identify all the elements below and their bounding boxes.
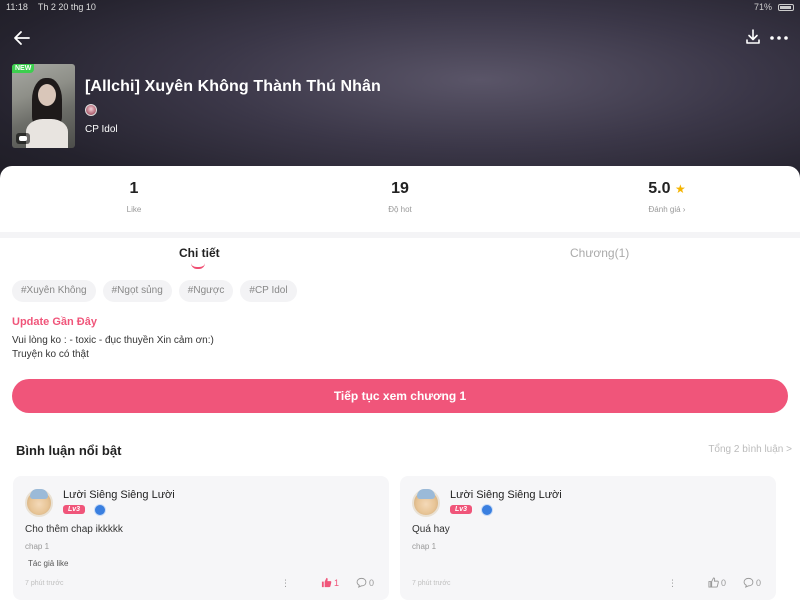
author-avatar[interactable] [85, 104, 97, 116]
back-arrow-icon[interactable] [12, 28, 32, 48]
reply-count: 0 [756, 577, 762, 588]
comment-username[interactable]: Lười Siêng Siêng Lười [450, 489, 562, 501]
tag-item[interactable]: #Ngược [178, 280, 234, 302]
reply-count: 0 [369, 577, 375, 588]
status-indicators: 71% [754, 2, 794, 12]
author-name[interactable]: CP Idol [85, 124, 118, 135]
update-text-line: Vui lòng ko : - toxic - đục thuyền Xin c… [12, 335, 214, 346]
total-comments-link[interactable]: Tổng 2 bình luận > [708, 444, 792, 455]
author-liked-label: Tác giả like [28, 559, 69, 568]
stats-card: 1 Like 19 Độ hot 5.0 ★ Đánh giá › [0, 166, 800, 232]
reply-button[interactable]: 0 [743, 577, 761, 588]
thumb-up-icon [708, 577, 719, 588]
menu-dots-icon[interactable]: ⋮ [668, 578, 677, 589]
likes-label: Like [126, 205, 142, 214]
avatar[interactable] [25, 489, 53, 517]
comment-card: Lười Siêng Siêng Lười Lv3 Cho thêm chap … [13, 476, 389, 600]
status-date: Th 2 20 thg 10 [37, 2, 96, 12]
comment-card: Lười Siêng Siêng Lười Lv3 Quá hay chap 1… [400, 476, 776, 600]
like-count: 0 [721, 577, 727, 588]
book-cover[interactable]: NEW [12, 64, 75, 148]
comment-text: Cho thêm chap ikkkkk [25, 524, 123, 535]
battery-percent: 71% [753, 2, 772, 12]
tag-item[interactable]: #Xuyên Không [12, 280, 96, 302]
chevron-right-icon: › [682, 205, 686, 214]
stat-likes: 1 Like [54, 180, 214, 214]
like-count: 1 [334, 577, 340, 588]
reply-button[interactable]: 0 [356, 577, 374, 588]
book-title: [Allchi] Xuyên Không Thành Thú Nhân [85, 78, 381, 95]
star-icon: ★ [674, 182, 686, 196]
download-icon[interactable] [744, 28, 762, 46]
update-text-line: Truyện ko có thật [12, 349, 89, 360]
rating-label-row: Đánh giá › [587, 205, 747, 214]
status-time: 11:18 [6, 2, 28, 12]
comment-chapter: chap 1 [412, 542, 437, 551]
cover-figure-face [38, 84, 56, 106]
tag-list: #Xuyên Không #Ngọt sủng #Ngược #CP Idol [12, 280, 297, 302]
thumb-up-icon [321, 577, 332, 588]
tab-details[interactable]: Chi tiết [179, 246, 220, 260]
more-icon[interactable] [768, 28, 790, 48]
comment-chapter: chap 1 [25, 542, 50, 551]
battery-icon [778, 3, 794, 11]
medal-icon [481, 504, 493, 516]
stat-rating[interactable]: 5.0 ★ Đánh giá › [587, 180, 747, 214]
rating-value-row: 5.0 ★ [587, 180, 747, 198]
like-button[interactable]: 0 [708, 577, 726, 588]
comment-icon [743, 577, 754, 588]
continue-reading-button[interactable]: Tiếp tục xem chương 1 [12, 379, 788, 413]
tag-item[interactable]: #Ngọt sủng [102, 280, 172, 302]
status-bar: 11:18 Th 2 20 thg 10 [6, 2, 96, 12]
avatar[interactable] [412, 489, 440, 517]
rating-label: Đánh giá [648, 205, 681, 214]
hot-label: Độ hot [388, 205, 412, 214]
comment-text: Quá hay [412, 524, 450, 535]
new-badge: NEW [12, 64, 35, 73]
tab-chapters[interactable]: Chương(1) [570, 246, 629, 260]
update-title: Update Gần Đây [12, 316, 97, 328]
level-badge: Lv3 [450, 505, 473, 514]
likes-count: 1 [129, 180, 139, 197]
medal-icon [94, 504, 106, 516]
stat-hot: 19 Độ hot [320, 180, 480, 214]
rating-value: 5.0 [648, 180, 671, 197]
level-badge: Lv3 [63, 505, 86, 514]
comment-time: 7 phút trước [25, 580, 64, 587]
chat-icon [16, 133, 30, 144]
like-button[interactable]: 1 [321, 577, 339, 588]
section-divider [0, 232, 800, 238]
comment-time: 7 phút trước [412, 580, 451, 587]
comment-username[interactable]: Lười Siêng Siêng Lười [63, 489, 175, 501]
menu-dots-icon[interactable]: ⋮ [281, 578, 290, 589]
featured-comments-title: Bình luận nổi bật [16, 443, 122, 458]
cover-figure-body [26, 119, 68, 148]
active-tab-indicator [191, 263, 205, 269]
comment-icon [356, 577, 367, 588]
tag-item[interactable]: #CP Idol [240, 280, 297, 302]
hot-count: 19 [391, 180, 409, 197]
